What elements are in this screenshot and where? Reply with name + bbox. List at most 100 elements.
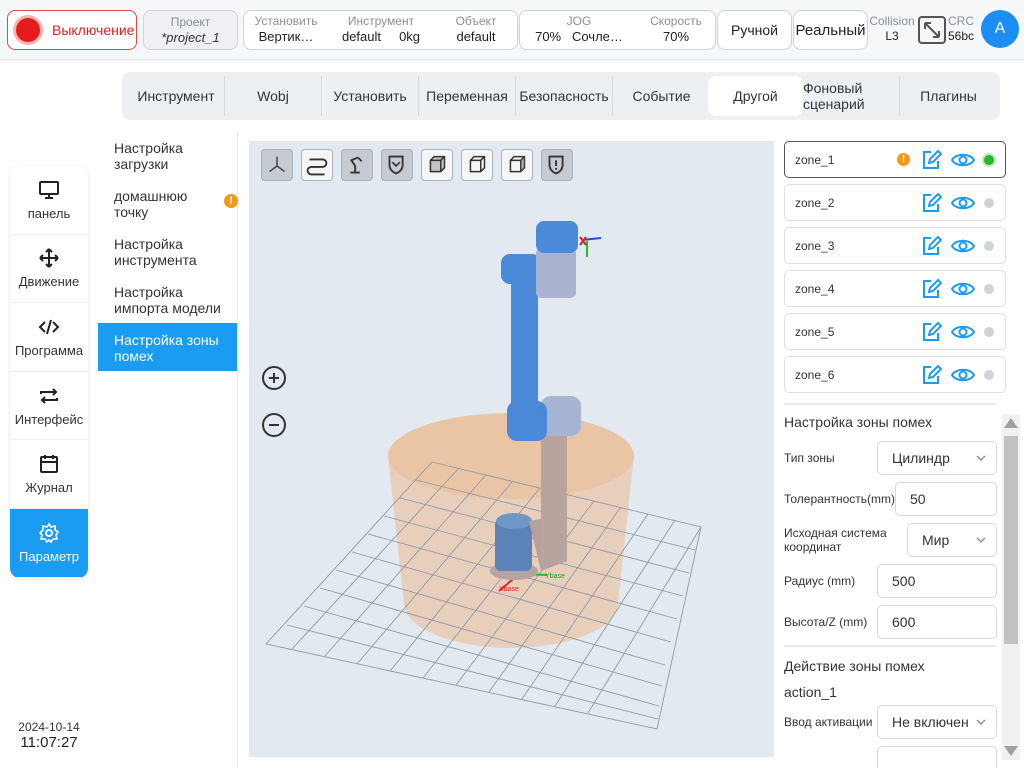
setup-tool-object-box[interactable]: Установить Вертик… Инструмент default 0k… (243, 10, 518, 50)
zoom-out-icon[interactable] (260, 411, 288, 439)
y-axis-label: Ybase (545, 573, 565, 580)
eye-icon[interactable] (951, 365, 975, 385)
activation-input-select[interactable]: Не включен (877, 705, 997, 739)
warning-icon: ! (224, 194, 238, 208)
edit-icon[interactable] (920, 364, 942, 386)
submenu-home-point[interactable]: домашнюю точку! (98, 179, 238, 227)
nav-label: Программа (14, 342, 84, 358)
height-input[interactable]: 600 (877, 605, 997, 639)
zone-row[interactable]: zone_6 (784, 356, 1006, 393)
eye-icon[interactable] (951, 193, 975, 213)
tab-event[interactable]: Событие (613, 76, 710, 116)
power-off-button[interactable]: Выключение (7, 10, 137, 50)
edit-icon[interactable] (920, 149, 942, 171)
tab-setup[interactable]: Установить (322, 76, 419, 116)
submenu-model-import[interactable]: Настройка импорта модели (98, 275, 237, 323)
submenu-label: Настройка загрузки (114, 140, 183, 172)
view-robot-button[interactable] (341, 149, 373, 181)
radius-input[interactable]: 500 (877, 564, 997, 598)
crc-title: CRC (948, 14, 974, 28)
tab-plugins[interactable]: Плагины (900, 76, 997, 116)
expand-icon[interactable] (917, 15, 947, 45)
cube-front-icon (429, 155, 446, 173)
submenu-label: Настройка зоны помех (114, 332, 219, 364)
activation-input-value: Не включен (892, 714, 969, 730)
3d-viewport[interactable]: Xbase Ybase (249, 141, 774, 757)
zone-name: zone_3 (795, 239, 835, 253)
zone-row[interactable]: zone_2 (784, 184, 1006, 221)
tab-background-script[interactable]: Фоновый сценарий (803, 76, 900, 116)
view-side-button[interactable] (501, 149, 533, 181)
edit-icon[interactable] (920, 278, 942, 300)
next-setting-field[interactable] (877, 746, 997, 768)
tab-variable[interactable]: Переменная (419, 76, 516, 116)
view-front-button[interactable] (421, 149, 453, 181)
move-arrows-icon (39, 248, 59, 269)
axes-view-icon (269, 156, 285, 173)
robot-scene (265, 221, 702, 730)
chevron-down-icon (976, 719, 986, 725)
nav-label: Интерфейс (14, 411, 84, 427)
avatar[interactable]: A (981, 10, 1019, 48)
eye-icon[interactable] (951, 236, 975, 256)
zone-name: zone_2 (795, 196, 835, 210)
submenu-load-setup[interactable]: Настройка загрузки (98, 131, 237, 179)
zone-row[interactable]: zone_4 (784, 270, 1006, 307)
view-alert-button[interactable] (541, 149, 573, 181)
jog-speed-box[interactable]: JOG 70% Сочле… Скорость 70% (519, 10, 716, 50)
zone-type-value: Цилиндр (892, 450, 950, 466)
zone-row[interactable]: zone_5 (784, 313, 1006, 350)
eye-icon[interactable] (951, 150, 975, 170)
eye-icon[interactable] (951, 322, 975, 342)
coord-system-select[interactable]: Мир (907, 523, 997, 557)
zone-name: zone_1 (795, 153, 835, 167)
scroll-down-icon[interactable] (1004, 746, 1018, 756)
edit-icon[interactable] (920, 235, 942, 257)
scroll-thumb[interactable] (1004, 436, 1018, 644)
setup-title: Установить (254, 14, 318, 28)
project-box[interactable]: Проект *project_1 (143, 10, 238, 50)
object-value: default (456, 29, 496, 44)
real-mode-button[interactable]: Реальный (793, 10, 868, 50)
speed-value: 70% (662, 29, 690, 44)
zone-row[interactable]: zone_1 ! (784, 141, 1006, 178)
nav-item-motion[interactable]: Движение (10, 235, 88, 304)
tolerance-input[interactable]: 50 (895, 482, 997, 516)
collision-level[interactable]: Collision L3 (869, 14, 915, 44)
zoom-in-icon[interactable] (260, 364, 288, 392)
collision-value: L3 (885, 29, 899, 43)
tab-wobj[interactable]: Wobj (225, 76, 322, 116)
section-divider (784, 403, 996, 405)
eye-icon[interactable] (951, 279, 975, 299)
action-name: action_1 (784, 684, 837, 700)
nav-item-log[interactable]: Журнал (10, 440, 88, 509)
edit-icon[interactable] (920, 192, 942, 214)
tab-safety[interactable]: Безопасность (516, 76, 613, 116)
view-axes-button[interactable] (261, 149, 293, 181)
crc-info: CRC 56bc (948, 14, 974, 44)
nav-item-interface[interactable]: Интерфейс (10, 372, 88, 441)
tab-other[interactable]: Другой (708, 76, 803, 116)
cube-side-icon (509, 155, 526, 173)
submenu-tool-setup[interactable]: Настройка инструмента (98, 227, 237, 275)
robot-base-top (496, 513, 532, 529)
x-axis-label: Xbase (499, 586, 519, 593)
nav-item-program[interactable]: Программа (10, 303, 88, 372)
scroll-up-icon[interactable] (1004, 418, 1018, 428)
view-path-button[interactable] (301, 149, 333, 181)
zone-row[interactable]: zone_3 (784, 227, 1006, 264)
nav-item-parameter[interactable]: Параметр (10, 508, 88, 578)
zone-type-select[interactable]: Цилиндр (877, 441, 997, 475)
view-top-button[interactable] (461, 149, 493, 181)
tolerance-value: 50 (910, 491, 926, 507)
settings-scrollbar[interactable] (1002, 414, 1020, 760)
zone-status-indicator (984, 198, 994, 208)
view-safety-button[interactable] (381, 149, 413, 181)
tab-tool[interactable]: Инструмент (128, 76, 225, 116)
nav-item-panel[interactable]: панель (10, 166, 88, 235)
zone-settings-title: Настройка зоны помех (784, 414, 933, 430)
submenu-interference-zone[interactable]: Настройка зоны помех (98, 323, 237, 371)
manual-mode-button[interactable]: Ручной (717, 10, 792, 50)
datetime: 2024-10-14 11:07:27 (10, 720, 88, 751)
edit-icon[interactable] (920, 321, 942, 343)
